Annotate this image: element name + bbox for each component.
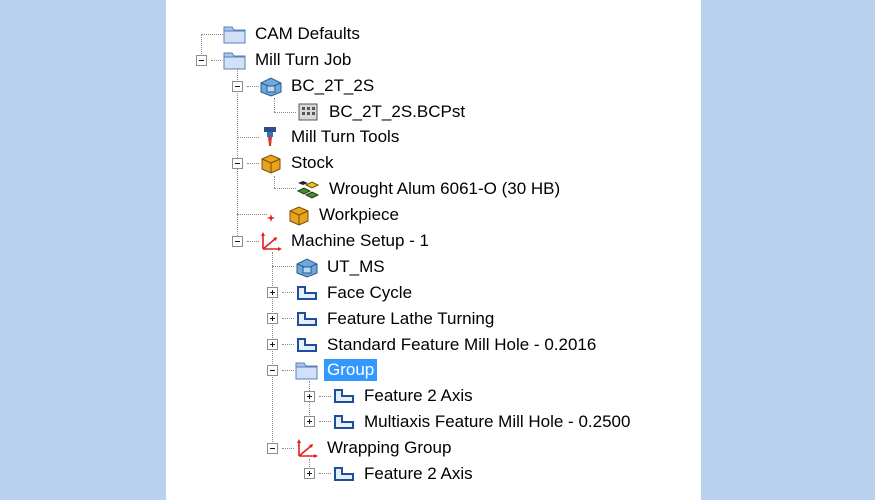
tree-item-label: UT_MS [327,257,385,276]
tree-item-label: Group [324,359,378,381]
expand-toggle-icon[interactable] [267,313,278,324]
tree-item-label: Mill Turn Tools [291,127,400,146]
tool-icon [258,125,284,149]
tree-item[interactable]: Feature Lathe Turning [294,307,497,331]
tree-item[interactable]: CAM Defaults [222,22,363,46]
feature-icon [294,307,320,331]
tree-item-selected[interactable]: Group [294,358,378,382]
tree-item[interactable]: UT_MS [294,255,388,279]
tree-item[interactable]: Face Cycle [294,281,415,305]
collapse-toggle-icon[interactable] [196,55,207,66]
tree-item[interactable]: Wrought Alum 6061-O (30 HB) [296,177,563,201]
tree-panel: CAM Defaults Mill Turn Job BC_2T_2S BC_2… [166,0,701,500]
material-icon [296,177,322,201]
collapse-toggle-icon[interactable] [232,81,243,92]
pin-icon [267,209,275,222]
machine-icon [294,255,320,279]
coordinate-axes-icon [294,436,320,460]
tree-item[interactable]: Feature 2 Axis [331,462,476,486]
expand-toggle-icon[interactable] [304,391,315,402]
tree-item-label: Feature 2 Axis [364,464,473,483]
feature-icon [331,410,357,434]
collapse-toggle-icon[interactable] [232,158,243,169]
tree-item[interactable]: Standard Feature Mill Hole - 0.2016 [294,333,599,357]
box-icon [286,203,312,227]
feature-icon [331,462,357,486]
tree-item-label: Multiaxis Feature Mill Hole - 0.2500 [364,412,631,431]
coordinate-axes-icon [258,229,284,253]
tree-item[interactable]: Machine Setup - 1 [258,229,432,253]
project-tree[interactable]: CAM Defaults Mill Turn Job BC_2T_2S BC_2… [166,0,701,500]
tree-item-label: Machine Setup - 1 [291,231,429,250]
tree-item-label: CAM Defaults [255,24,360,43]
expand-toggle-icon[interactable] [267,287,278,298]
feature-icon [331,384,357,408]
box-icon [258,151,284,175]
tree-item[interactable]: Workpiece [286,203,402,227]
feature-icon [294,281,320,305]
tree-item-label: Mill Turn Job [255,50,352,69]
tree-item-label: Standard Feature Mill Hole - 0.2016 [327,335,597,354]
tree-item[interactable]: Mill Turn Job [222,48,354,72]
tree-item-label: Face Cycle [327,283,413,302]
tree-item-label: Stock [291,153,334,172]
tree-item[interactable]: Multiaxis Feature Mill Hole - 0.2500 [331,410,633,434]
expand-toggle-icon[interactable] [267,339,278,350]
tree-item[interactable]: BC_2T_2S.BCPst [296,100,468,124]
collapse-toggle-icon[interactable] [267,365,278,376]
tree-item-label: Feature Lathe Turning [327,309,495,328]
machine-icon [258,74,284,98]
tree-item-label: BC_2T_2S.BCPst [329,102,466,121]
collapse-toggle-icon[interactable] [267,443,278,454]
tree-item-label: BC_2T_2S [291,76,375,95]
tree-item[interactable]: Mill Turn Tools [258,125,402,149]
folder-icon [294,358,320,382]
tree-item-label: Wrought Alum 6061-O (30 HB) [329,179,561,198]
expand-toggle-icon[interactable] [304,468,315,479]
post-processor-icon [296,100,322,124]
tree-item-label: Feature 2 Axis [364,386,473,405]
tree-item[interactable]: BC_2T_2S [258,74,377,98]
feature-icon [294,333,320,357]
tree-item[interactable]: Stock [258,151,337,175]
tree-item-label: Wrapping Group [327,438,452,457]
tree-item-label: Workpiece [319,205,399,224]
folder-icon [222,22,248,46]
tree-item[interactable]: Wrapping Group [294,436,454,460]
collapse-toggle-icon[interactable] [232,236,243,247]
expand-toggle-icon[interactable] [304,416,315,427]
tree-item[interactable]: Feature 2 Axis [331,384,476,408]
folder-icon [222,48,248,72]
